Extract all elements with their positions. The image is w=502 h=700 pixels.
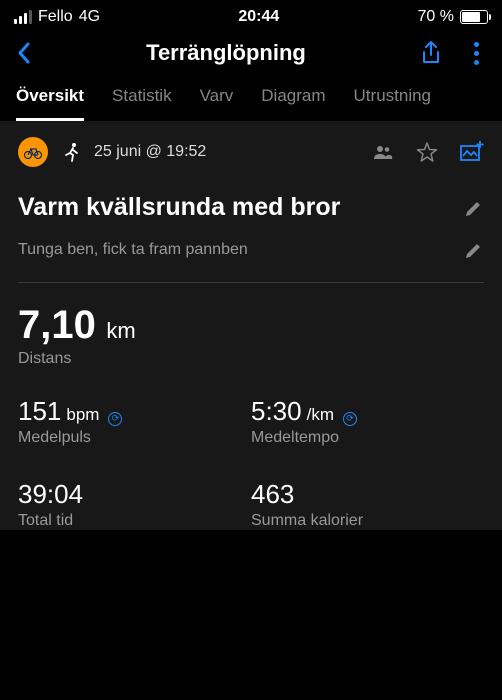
distance-unit: km (106, 318, 135, 343)
tab-utrustning[interactable]: Utrustning (354, 86, 431, 121)
avg-hr-unit: bpm (66, 405, 99, 425)
star-icon[interactable] (416, 141, 438, 163)
activity-title: Varm kvällsrunda med bror (18, 193, 340, 222)
avg-pace-label: Medeltempo (251, 429, 484, 447)
carrier-label: Fello (38, 8, 73, 26)
total-time-value: 39:04 (18, 479, 83, 510)
activity-content: 25 juni @ 19:52 Varm kvällsrunda med bro… (0, 121, 502, 530)
edit-title-button[interactable] (464, 198, 484, 218)
indicator-icon[interactable]: ⟳ (343, 412, 357, 426)
more-button[interactable] (466, 42, 486, 65)
tab-diagram[interactable]: Diagram (261, 86, 325, 121)
battery-percent: 70 % (418, 8, 454, 26)
add-photo-button[interactable] (460, 141, 484, 163)
avg-pace-value: 5:30 (251, 396, 302, 427)
stats-grid: 151 bpm ⟳ Medelpuls 5:30 /km ⟳ Medeltemp… (18, 396, 484, 530)
gravel-bike-icon (18, 137, 48, 167)
avg-pace-unit: /km (307, 405, 334, 425)
avg-pace-stat: 5:30 /km ⟳ Medeltempo (251, 396, 484, 447)
distance-value: 7,10 (18, 303, 96, 348)
trail-run-icon (62, 142, 80, 162)
tab-varv[interactable]: Varv (200, 86, 234, 121)
total-time-label: Total tid (18, 512, 251, 530)
tabs: Översikt Statistik Varv Diagram Utrustni… (0, 80, 502, 121)
divider (18, 282, 484, 283)
edit-description-button[interactable] (464, 240, 484, 260)
battery-icon (460, 10, 488, 24)
people-icon[interactable] (372, 144, 394, 160)
page-title: Terränglöpning (44, 40, 408, 66)
avg-hr-value: 151 (18, 396, 61, 427)
distance-label: Distans (18, 350, 484, 368)
total-time-stat: 39:04 Total tid (18, 479, 251, 530)
network-label: 4G (79, 8, 100, 26)
calories-value: 463 (251, 479, 294, 510)
nav-bar: Terränglöpning (0, 30, 502, 80)
clock: 20:44 (238, 8, 279, 26)
back-button[interactable] (16, 41, 32, 65)
distance-stat: 7,10 km Distans (18, 303, 484, 368)
indicator-icon[interactable]: ⟳ (108, 412, 122, 426)
calories-stat: 463 Summa kalorier (251, 479, 484, 530)
tab-oversikt[interactable]: Översikt (16, 86, 84, 121)
share-button[interactable] (420, 40, 442, 66)
activity-header: 25 juni @ 19:52 (18, 137, 484, 167)
tab-statistik[interactable]: Statistik (112, 86, 172, 121)
avg-hr-label: Medelpuls (18, 429, 251, 447)
status-bar: Fello 4G 20:44 70 % (0, 0, 502, 30)
avg-hr-stat: 151 bpm ⟳ Medelpuls (18, 396, 251, 447)
activity-datetime: 25 juni @ 19:52 (94, 143, 206, 161)
signal-icon (14, 10, 32, 24)
calories-label: Summa kalorier (251, 512, 484, 530)
activity-description: Tunga ben, fick ta fram pannben (18, 241, 248, 259)
